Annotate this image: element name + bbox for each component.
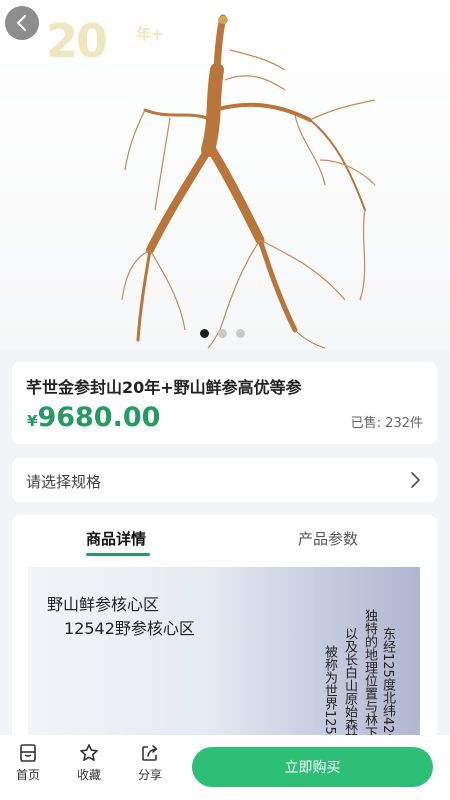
price-value: 9680.00	[37, 402, 161, 433]
bottom-action-bar: 首页 收藏 分享 立即购买	[0, 735, 450, 800]
tab-product-details[interactable]: 商品详情	[86, 528, 146, 549]
carousel-dot[interactable]	[200, 329, 209, 338]
detail-image-vertical-text: 以及长白山原始森林	[342, 627, 357, 744]
home-button[interactable]: 首页	[6, 743, 50, 783]
product-title: 芊世金参封山20年+野山鲜参高优等参	[26, 378, 302, 397]
currency-symbol: ¥	[27, 412, 38, 430]
age-badge: 20 年+	[46, 18, 164, 64]
star-icon	[80, 744, 98, 761]
favorite-button[interactable]: 收藏	[67, 743, 111, 783]
chevron-right-icon	[411, 472, 420, 488]
detail-image-subheading: 12542野参核心区	[64, 619, 195, 638]
product-image-carousel[interactable]: 20 年+	[0, 0, 450, 350]
home-label: 首页	[15, 768, 40, 782]
back-button[interactable]	[5, 6, 39, 40]
share-label: 分享	[137, 768, 162, 782]
active-tab-indicator	[86, 553, 150, 556]
carousel-indicator	[200, 329, 245, 338]
sold-count: 已售: 232件	[350, 416, 423, 431]
carousel-dot[interactable]	[218, 329, 227, 338]
ginseng-product-image	[121, 14, 376, 349]
product-info-card: 芊世金参封山20年+野山鲜参高优等参 ¥9680.00 已售: 232件	[12, 362, 437, 444]
detail-tabs: 商品详情 产品参数	[12, 515, 437, 565]
home-icon	[20, 744, 36, 762]
detail-image-vertical-text: 独特的地理位置与林下天	[362, 609, 377, 752]
carousel-dot[interactable]	[236, 329, 245, 338]
detail-section: 商品详情 产品参数 野山鲜参核心区 12542野参核心区 东经125度北纬42度…	[12, 515, 437, 755]
chevron-left-icon	[17, 15, 26, 31]
share-button[interactable]: 分享	[128, 743, 172, 783]
spec-selector-label: 请选择规格	[26, 473, 102, 491]
buy-now-button[interactable]: 立即购买	[192, 747, 433, 787]
share-icon	[142, 745, 158, 761]
tab-product-params[interactable]: 产品参数	[298, 528, 358, 549]
age-badge-number: 20	[46, 14, 108, 68]
detail-image-heading: 野山鲜参核心区	[47, 595, 160, 614]
favorite-label: 收藏	[76, 768, 101, 782]
detail-image: 野山鲜参核心区 12542野参核心区 东经125度北纬42度处 独特的地理位置与…	[28, 567, 420, 755]
spec-selector[interactable]: 请选择规格	[12, 458, 437, 502]
product-price: ¥9680.00	[27, 402, 160, 433]
age-badge-suffix: 年+	[136, 25, 164, 43]
